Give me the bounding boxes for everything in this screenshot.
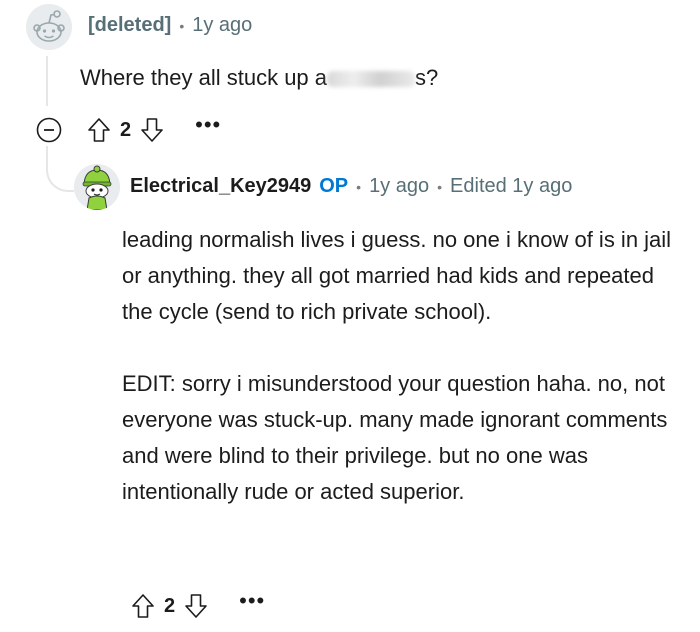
thread-line: [46, 56, 48, 106]
downvote-icon[interactable]: [139, 116, 165, 144]
edited-label: Edited 1y ago: [450, 175, 573, 197]
timestamp[interactable]: 1y ago: [369, 175, 429, 198]
comment-meta: Electrical_Key2949 OP • 1y ago • Edited …: [130, 175, 572, 198]
deleted-user-avatar[interactable]: [26, 4, 72, 50]
separator-dot: •: [356, 178, 362, 195]
more-options-button[interactable]: •••: [239, 590, 265, 616]
username[interactable]: Electrical_Key2949: [130, 175, 311, 198]
separator-dot: •: [437, 178, 443, 195]
comment-body: Where they all stuck up a s?: [80, 60, 640, 96]
username[interactable]: [deleted]: [88, 14, 171, 37]
op-user-avatar[interactable]: [74, 164, 120, 210]
snoo-outline-icon: [26, 4, 72, 50]
green-beanie-snoo-icon: [74, 164, 120, 210]
more-options-button[interactable]: •••: [195, 114, 221, 140]
comment-body: leading normalish lives i guess. no one …: [122, 222, 674, 510]
comment-actions: 2 •••: [130, 590, 265, 620]
op-badge: OP: [319, 175, 349, 197]
comment-text-start: Where they all stuck up a: [80, 65, 328, 90]
comment-meta: [deleted] • 1y ago: [88, 14, 252, 37]
upvote-icon[interactable]: [130, 592, 156, 620]
collapse-icon[interactable]: [36, 117, 62, 143]
separator-dot: •: [179, 17, 185, 34]
vote-count: 2: [120, 118, 132, 141]
blurred-text: [327, 71, 416, 87]
comment-paragraph: leading normalish lives i guess. no one …: [122, 227, 672, 324]
timestamp[interactable]: 1y ago: [192, 14, 252, 37]
comment-paragraph: EDIT: sorry i misunderstood your questio…: [122, 371, 668, 504]
vote-count: 2: [164, 594, 176, 617]
comment-text-end: s?: [415, 65, 439, 90]
comment-actions: 2 •••: [36, 114, 221, 144]
upvote-icon[interactable]: [86, 116, 112, 144]
thread-connector: [46, 146, 74, 192]
downvote-icon[interactable]: [183, 592, 209, 620]
